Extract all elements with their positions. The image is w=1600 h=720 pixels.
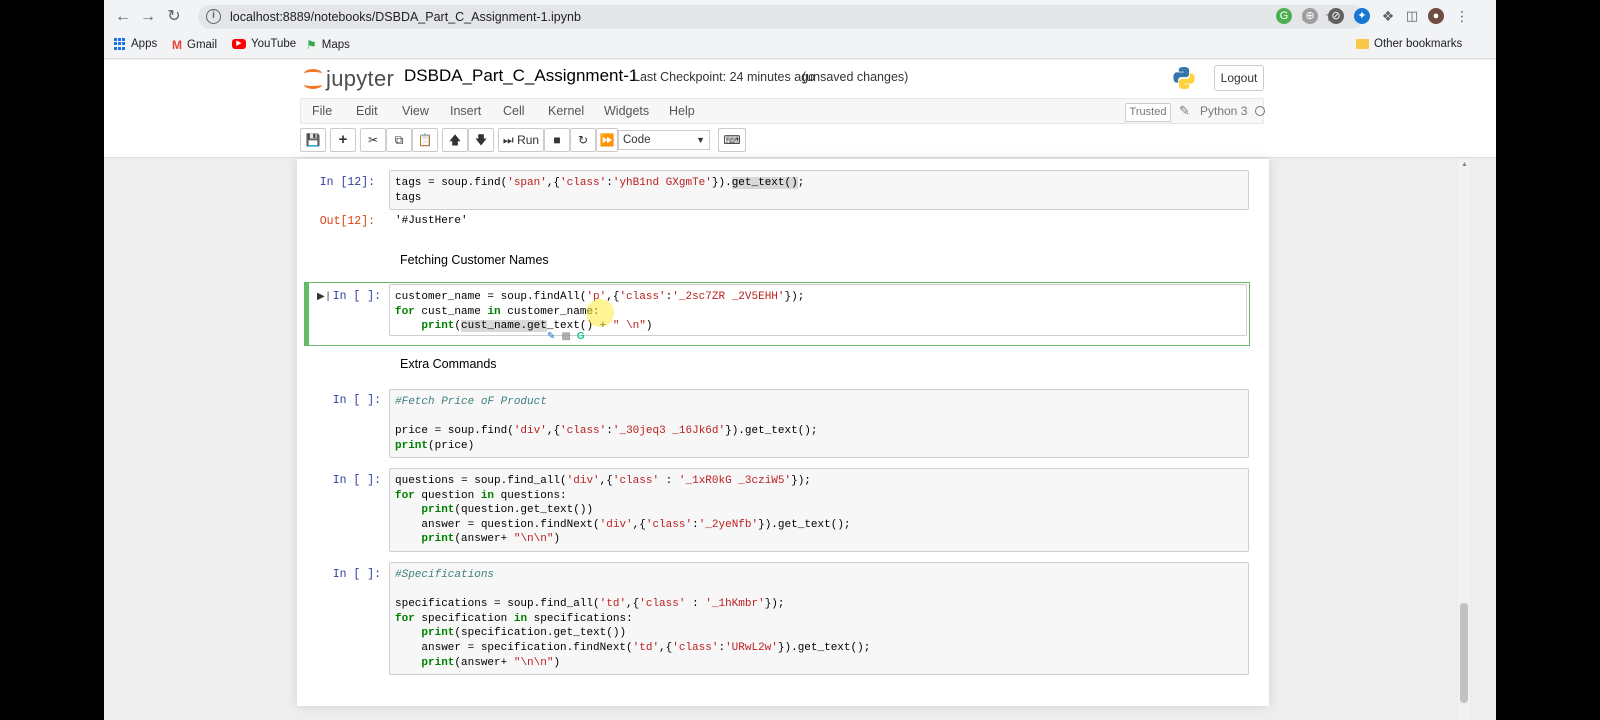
paste-icon[interactable]: 📋 <box>412 128 438 152</box>
chevron-down-icon: ▼ <box>696 135 705 145</box>
cell-4-code[interactable]: questions = soup.find_all('div',{'class'… <box>389 468 1249 552</box>
menu-view[interactable]: View <box>402 104 429 118</box>
screen: ← → ↻ i localhost:8889/notebooks/DSBDA_P… <box>104 0 1496 720</box>
kernel-name[interactable]: Python 3 <box>1200 104 1247 118</box>
scrollbar-thumb[interactable] <box>1460 603 1468 703</box>
bookmark-label: Apps <box>131 38 158 50</box>
page-scrollbar[interactable]: ▲ <box>1458 159 1470 720</box>
move-up-icon[interactable]: 🡅 <box>442 128 468 152</box>
menu-cell[interactable]: Cell <box>503 104 525 118</box>
other-bookmarks[interactable]: Other bookmarks <box>1356 38 1462 50</box>
checkpoint-status: Last Checkpoint: 24 minutes ago <box>633 70 816 84</box>
forward-icon[interactable]: → <box>137 6 159 28</box>
profile-avatar[interactable]: ● <box>1428 8 1444 24</box>
bookmark-label: Gmail <box>187 39 218 51</box>
run-icon: ⏭ <box>502 133 514 147</box>
bookmarks-bar: Apps M Gmail ▶ YouTube ⚑ Maps Other book… <box>104 33 1496 59</box>
jupyter-wordmark: jupyter <box>326 66 395 91</box>
site-info-icon[interactable]: i <box>206 9 221 24</box>
bookmark-youtube[interactable]: ▶ YouTube <box>232 38 296 50</box>
unsaved-changes: (unsaved changes) <box>802 70 909 84</box>
cell-3-input-prompt: In [ ]: <box>332 394 381 407</box>
extension-google-icon[interactable]: G <box>1276 8 1292 24</box>
comment-icon[interactable]: ▩ <box>561 331 570 342</box>
cell-1-input-prompt: In [12]: <box>319 176 375 189</box>
menu-insert[interactable]: Insert <box>450 104 481 118</box>
extensions-puzzle-icon[interactable]: ❖ <box>1380 8 1396 24</box>
copy-icon[interactable]: ⧉ <box>386 128 412 152</box>
bookmark-label: YouTube <box>251 38 297 50</box>
notebook-container: In [12]: tags = soup.find('span',{'class… <box>297 159 1269 706</box>
floating-grammar-toolbar: ✎ ▩ G <box>547 331 585 342</box>
command-palette-icon[interactable]: ⌨ <box>718 128 746 152</box>
edit-mode-pencil-icon: ✎ <box>1179 103 1190 118</box>
other-bookmarks-label: Other bookmarks <box>1374 38 1463 50</box>
cell-type-select[interactable]: Code ▼ <box>618 130 710 150</box>
menu-file[interactable]: File <box>312 104 332 118</box>
bookmark-gmail[interactable]: M Gmail <box>172 38 217 52</box>
move-down-icon[interactable]: 🡇 <box>468 128 494 152</box>
cell-5-code[interactable]: #Specifications specifications = soup.fi… <box>389 562 1249 675</box>
bookmark-apps[interactable]: Apps <box>114 38 157 50</box>
gmail-icon: M <box>172 38 182 52</box>
jupyter-orb-icon <box>302 66 324 92</box>
run-label: Run <box>517 133 540 147</box>
cell-1-output-prompt: Out[12]: <box>319 215 375 228</box>
jupyter-header: jupyter DSBDA_Part_C_Assignment-1 Last C… <box>104 60 1496 158</box>
interrupt-icon[interactable]: ■ <box>544 128 570 152</box>
side-panel-icon[interactable]: ◫ <box>1404 8 1420 24</box>
cell-4-input-prompt: In [ ]: <box>332 474 381 487</box>
markdown-heading-extra-commands: Extra Commands <box>400 357 497 371</box>
menu-help[interactable]: Help <box>669 104 695 118</box>
chrome-menu-icon[interactable]: ⋮ <box>1454 8 1470 24</box>
cell-2-code[interactable]: customer_name = soup.findAll('p',{'class… <box>389 284 1247 336</box>
jupyter-logo[interactable]: jupyter <box>302 66 394 92</box>
extension-clock-icon[interactable]: ⊘ <box>1328 8 1344 24</box>
cut-icon[interactable]: ✂ <box>360 128 386 152</box>
restart-icon[interactable]: ↻ <box>570 128 596 152</box>
reload-icon[interactable]: ↻ <box>163 6 185 28</box>
menu-edit[interactable]: Edit <box>356 104 378 118</box>
trusted-indicator[interactable]: Trusted <box>1125 103 1171 122</box>
notebook-area: In [12]: tags = soup.find('span',{'class… <box>104 159 1496 720</box>
cell-1-code[interactable]: tags = soup.find('span',{'class':'yhB1nd… <box>389 170 1249 210</box>
save-icon[interactable]: 💾 <box>300 128 326 152</box>
cell-1-output: '#JustHere' <box>395 215 468 227</box>
kernel-idle-indicator <box>1255 106 1265 116</box>
markdown-heading-customer-names: Fetching Customer Names <box>400 253 549 267</box>
address-bar[interactable]: i localhost:8889/notebooks/DSBDA_Part_C_… <box>198 5 1364 29</box>
extension-reader-icon[interactable]: ⊕ <box>1302 8 1318 24</box>
run-button[interactable]: ⏭ Run <box>498 128 544 152</box>
apps-grid-icon <box>114 38 126 50</box>
extension-compass-icon[interactable]: ✦ <box>1354 8 1370 24</box>
menu-widgets[interactable]: Widgets <box>604 104 649 118</box>
menu-bar: File Edit View Insert Cell Kernel Widget… <box>300 98 1264 124</box>
menu-kernel[interactable]: Kernel <box>548 104 584 118</box>
cell-type-value: Code <box>623 134 651 146</box>
maps-icon: ⚑ <box>306 38 317 52</box>
url-text: localhost:8889/notebooks/DSBDA_Part_C_As… <box>230 10 581 24</box>
pencil-icon[interactable]: ✎ <box>547 331 555 342</box>
grammarly-icon[interactable]: G <box>577 331 585 342</box>
scroll-up-icon[interactable]: ▲ <box>1461 161 1468 168</box>
cursor-highlight <box>586 299 614 327</box>
python-logo-icon <box>1173 67 1195 89</box>
folder-icon <box>1356 39 1369 49</box>
notebook-title[interactable]: DSBDA_Part_C_Assignment-1 <box>404 66 638 86</box>
youtube-icon: ▶ <box>232 39 246 49</box>
insert-cell-icon[interactable]: + <box>330 128 356 152</box>
cell-3-code[interactable]: #Fetch Price oF Product price = soup.fin… <box>389 389 1249 458</box>
bookmark-label: Maps <box>321 39 350 51</box>
browser-toolbar: ← → ↻ i localhost:8889/notebooks/DSBDA_P… <box>104 0 1496 33</box>
back-icon[interactable]: ← <box>112 6 134 28</box>
bookmark-maps[interactable]: ⚑ Maps <box>306 38 350 52</box>
cell-2-input-prompt: In [ ]: <box>332 290 381 303</box>
logout-button[interactable]: Logout <box>1214 65 1264 91</box>
restart-run-all-icon[interactable]: ⏩ <box>596 128 618 152</box>
cell-5-input-prompt: In [ ]: <box>332 568 381 581</box>
